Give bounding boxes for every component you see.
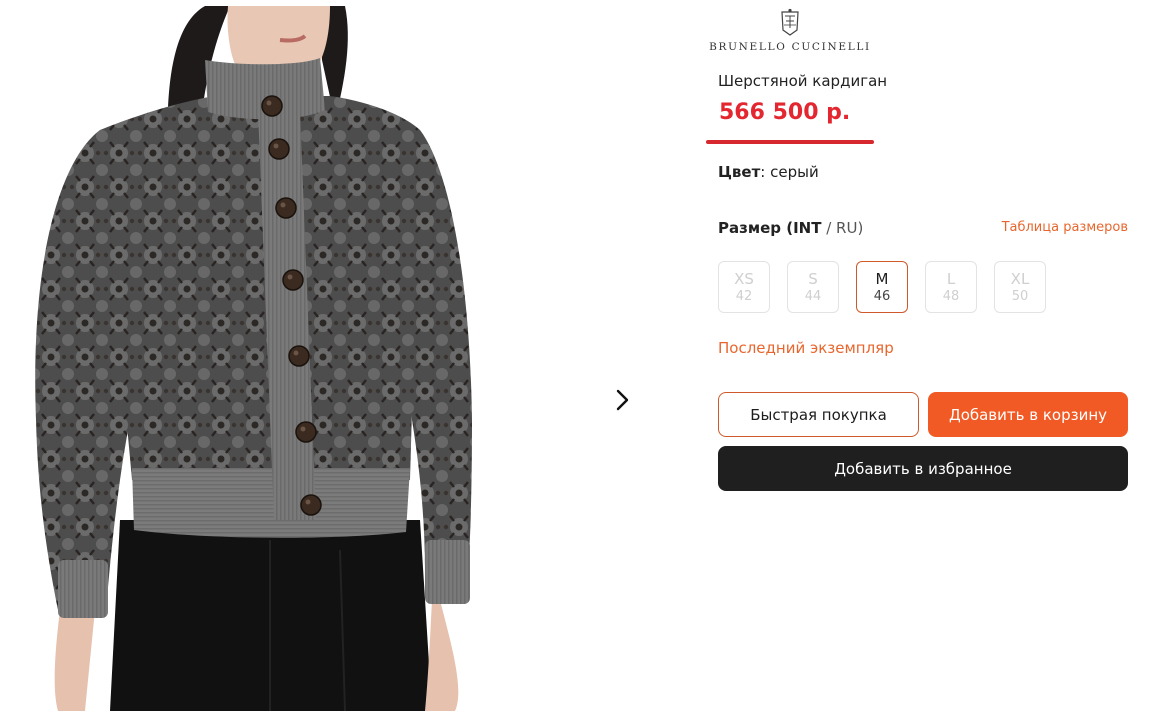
- color-label: Цвет: [718, 163, 761, 181]
- size-label-separator: /: [821, 219, 837, 237]
- size-ru: 48: [942, 288, 960, 304]
- size-option-s[interactable]: S 44: [787, 261, 839, 313]
- size-option-xs[interactable]: XS 42: [718, 261, 770, 313]
- size-ru: 44: [804, 288, 822, 304]
- chevron-right-icon: [616, 389, 629, 411]
- size-option-xl[interactable]: XL 50: [994, 261, 1046, 313]
- color-info: Цвет: серый: [718, 163, 819, 181]
- add-to-cart-button[interactable]: Добавить в корзину: [928, 392, 1128, 437]
- size-int: S: [808, 269, 818, 288]
- product-image[interactable]: [0, 0, 520, 711]
- size-int: M: [875, 269, 889, 288]
- size-options: XS 42 S 44 M 46 L 48 XL 50: [718, 261, 1046, 313]
- size-int: XL: [1010, 269, 1030, 288]
- color-value: : серый: [760, 163, 819, 181]
- size-chart-link[interactable]: Таблица размеров: [992, 220, 1128, 235]
- size-label-ru: RU): [836, 219, 864, 237]
- size-label-int: Размер (INT: [718, 219, 822, 237]
- product-price: 566 500 р.: [719, 100, 851, 125]
- brand-logo[interactable]: BRUNELLO CUCINELLI: [708, 8, 872, 64]
- quick-buy-button[interactable]: Быстрая покупка: [718, 392, 919, 437]
- size-heading: Размер (INT / RU): [718, 219, 863, 237]
- size-ru: 46: [873, 288, 891, 304]
- size-option-m[interactable]: M 46: [856, 261, 908, 313]
- stock-note: Последний экземпляр: [718, 339, 894, 357]
- gallery-next-button[interactable]: [608, 386, 636, 414]
- add-to-favorites-button[interactable]: Добавить в избранное: [718, 446, 1128, 491]
- cardigan-photo: [0, 0, 520, 711]
- price-underline: [706, 140, 874, 144]
- size-ru: 42: [735, 288, 753, 304]
- product-title: Шерстяной кардиган: [718, 72, 888, 90]
- size-int: L: [946, 269, 956, 288]
- size-ru: 50: [1011, 288, 1029, 304]
- brand-crest-icon: [781, 8, 799, 36]
- brand-name: BRUNELLO CUCINELLI: [709, 41, 871, 53]
- size-int: XS: [734, 269, 754, 288]
- size-option-l[interactable]: L 48: [925, 261, 977, 313]
